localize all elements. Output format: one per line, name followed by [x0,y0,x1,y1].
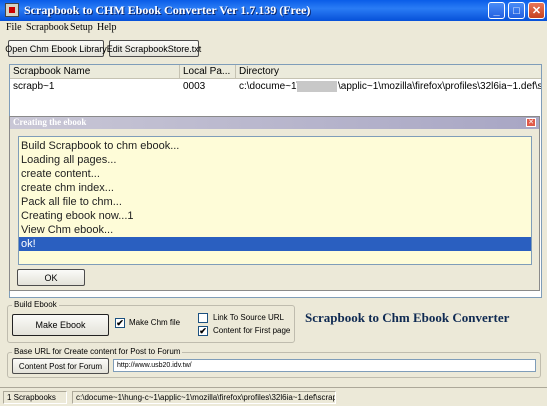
dialog-close-icon[interactable]: ✕ [526,118,536,127]
content-first-checkbox[interactable]: ✔ [198,326,208,336]
dialog-title: Creating the ebook [13,117,87,127]
app-banner: Scrapbook to Chm Ebook Converter [305,310,510,325]
base-url-input[interactable]: http://www.usb20.idv.tw/ [113,359,536,372]
log-line: Creating ebook now...1 [21,210,134,222]
menu-bar: File Scrapbook Setup Help [0,21,547,35]
open-chm-library-button[interactable]: Open Chm Ebook Library [5,40,107,57]
window-title: Scrapbook to CHM Ebook Converter Ver 1.7… [24,3,311,17]
maximize-button[interactable]: □ [508,2,525,19]
column-directory[interactable]: Directory [236,65,543,79]
make-ebook-button[interactable]: Make Ebook [12,314,109,336]
row-name: scrapb~1 [13,81,55,92]
list-header: Scrapbook Name Local Pa... Directory [10,65,541,79]
row-local: 0003 [183,81,206,92]
log-line: Pack all file to chm... [21,196,122,208]
dialog-title-bar: Creating the ebook ✕ [10,117,539,129]
log-line: View Chm ebook... [21,224,114,236]
status-count: 1 Scrapbooks [3,391,67,404]
column-local-path[interactable]: Local Pa... [180,65,236,79]
row-directory-end: \applic~1\mozilla\firefox\profiles\32l6i… [338,81,541,92]
make-chm-checkbox[interactable]: ✔ [115,318,125,328]
log-line: create chm index... [21,182,114,194]
title-bar: Scrapbook to CHM Ebook Converter Ver 1.7… [0,0,547,21]
build-ebook-label: Build Ebook [12,300,59,309]
status-path: c:\docume~1\hung-c~1\applic~1\mozilla\fi… [72,391,336,404]
app-icon[interactable] [5,3,19,17]
redacted-block [297,81,337,92]
status-bar: 1 Scrapbooks c:\docume~1\hung-c~1\applic… [0,387,547,406]
link-source-checkbox[interactable] [198,313,208,323]
content-post-forum-button[interactable]: Content Post for Forum [12,358,109,374]
log-line-selected: ok! [19,237,531,251]
menu-file[interactable]: File [6,22,22,33]
log-line: Loading all pages... [21,154,117,166]
forum-group-label: Base URL for Create content for Post to … [12,347,183,356]
progress-log-list[interactable]: Build Scrapbook to chm ebook... Loading … [18,136,532,265]
row-directory-start: c:\docume~1\ [239,81,300,92]
creating-ebook-dialog: Creating the ebook ✕ Build Scrapbook to … [9,116,540,291]
link-source-label: Link To Source URL [213,313,284,322]
make-chm-label: Make Chm file [129,318,181,327]
log-line: Build Scrapbook to chm ebook... [21,140,180,152]
ok-button[interactable]: OK [17,269,85,286]
menu-scrapbook[interactable]: Scrapbook [26,22,69,33]
minimize-button[interactable]: _ [488,2,505,19]
content-first-label: Content for First page [213,326,291,335]
edit-scrapbookstore-button[interactable]: Edit ScrapbookStore.txt [107,40,201,57]
menu-help[interactable]: Help [97,22,116,33]
close-button[interactable]: ✕ [528,2,545,19]
menu-setup[interactable]: Setup [70,22,93,33]
column-scrapbook-name[interactable]: Scrapbook Name [10,65,180,79]
log-line: create content... [21,168,100,180]
